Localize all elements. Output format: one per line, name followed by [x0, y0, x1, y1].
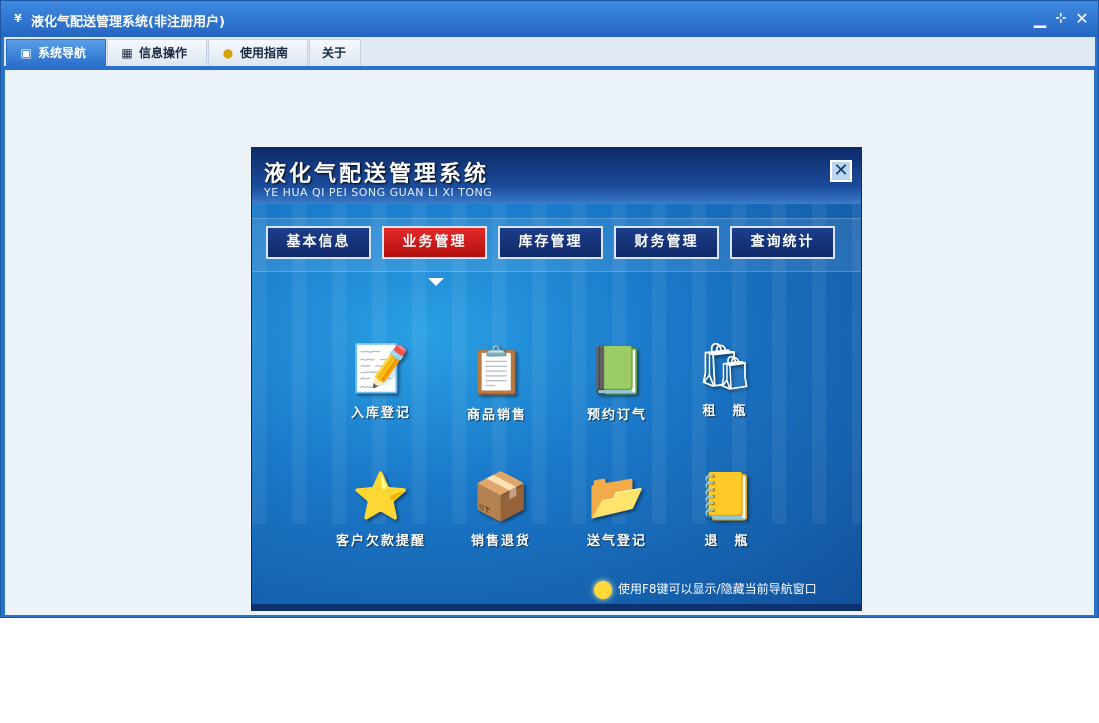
tab-info-ops[interactable]: ▦ 信息操作 — [107, 39, 207, 66]
title-bar[interactable]: ¥ 液化气配送管理系统(非注册用户) ▁ ⊹ ✕ — [1, 1, 1098, 37]
func-label: 租 瓶 — [702, 404, 748, 419]
minimize-icon[interactable]: ▁ — [1031, 10, 1049, 28]
crate-icon: 📦 — [472, 469, 530, 523]
func-label: 送气登记 — [586, 534, 647, 549]
panel-close-button[interactable]: ✕ — [830, 160, 852, 182]
func-bottle-return[interactable]: 📒 退 瓶 — [672, 464, 782, 549]
panel-footer — [252, 604, 861, 610]
func-gas-booking[interactable]: 📗 预约订气 — [562, 338, 672, 423]
navigation-panel: 液化气配送管理系统 YE HUA QI PEI SONG GUAN LI XI … — [252, 148, 861, 610]
star-folder-icon: ⭐ — [352, 469, 410, 523]
func-label: 退 瓶 — [704, 534, 750, 549]
panel-title: 液化气配送管理系统 — [264, 162, 490, 187]
category-inventory[interactable]: 库存管理 — [498, 226, 603, 259]
close-icon[interactable]: ✕ — [1073, 10, 1091, 28]
func-stock-in[interactable]: 📝 入库登记 — [326, 336, 436, 421]
func-delivery-register[interactable]: 📂 送气登记 — [562, 464, 672, 549]
func-customer-debt-reminder[interactable]: ⭐ 客户欠款提醒 — [326, 464, 436, 549]
notepad-user-icon: 📝 — [352, 341, 410, 395]
user-bag-icon: 🛍 — [695, 339, 755, 393]
tab-label: 关于 — [322, 46, 347, 60]
tab-user-guide[interactable]: ● 使用指南 — [208, 39, 308, 66]
book-user-icon: 📗 — [588, 343, 646, 397]
tab-label: 系统导航 — [38, 46, 87, 60]
yf-logo-icon: ¥ — [14, 12, 22, 25]
func-bottle-rent[interactable]: 🛍 租 瓶 — [670, 334, 780, 419]
lightbulb-icon — [594, 580, 612, 599]
func-label: 入库登记 — [350, 406, 411, 421]
func-product-sales[interactable]: 📋 商品销售 — [442, 338, 552, 423]
category-business[interactable]: 业务管理 — [382, 226, 487, 259]
binder-icon: 📒 — [698, 469, 756, 523]
category-query-stats[interactable]: 查询统计 — [730, 226, 835, 259]
tab-label: 使用指南 — [240, 46, 289, 60]
tab-about[interactable]: 关于 — [309, 39, 361, 66]
func-sales-return[interactable]: 📦 销售退货 — [446, 464, 556, 549]
panel-subtitle: YE HUA QI PEI SONG GUAN LI XI TONG — [264, 186, 493, 199]
active-category-caret-icon — [428, 278, 444, 286]
grid-icon: ▦ — [121, 46, 133, 60]
f8-tip: 使用F8键可以显示/隐藏当前导航窗口 — [594, 580, 817, 599]
tab-system-nav[interactable]: ▣ 系统导航 — [6, 39, 106, 66]
restore-icon[interactable]: ⊹ — [1052, 10, 1070, 28]
func-label: 商品销售 — [466, 408, 527, 423]
clipboard-pen-icon: 📋 — [468, 343, 526, 397]
func-label: 客户欠款提醒 — [335, 534, 426, 549]
folder-pen-icon: 📂 — [588, 469, 646, 523]
func-label: 销售退货 — [470, 534, 531, 549]
window-title: 液化气配送管理系统(非注册用户) — [31, 15, 225, 30]
func-label: 预约订气 — [586, 408, 647, 423]
help-coin-icon: ● — [222, 46, 234, 60]
category-basic-info[interactable]: 基本信息 — [266, 226, 371, 259]
tab-bar: ▣ 系统导航 ▦ 信息操作 ● 使用指南 关于 — [4, 37, 1095, 67]
tip-text: 使用F8键可以显示/隐藏当前导航窗口 — [618, 582, 817, 596]
category-finance[interactable]: 财务管理 — [614, 226, 719, 259]
monitor-icon: ▣ — [20, 46, 32, 60]
tab-label: 信息操作 — [139, 46, 188, 60]
